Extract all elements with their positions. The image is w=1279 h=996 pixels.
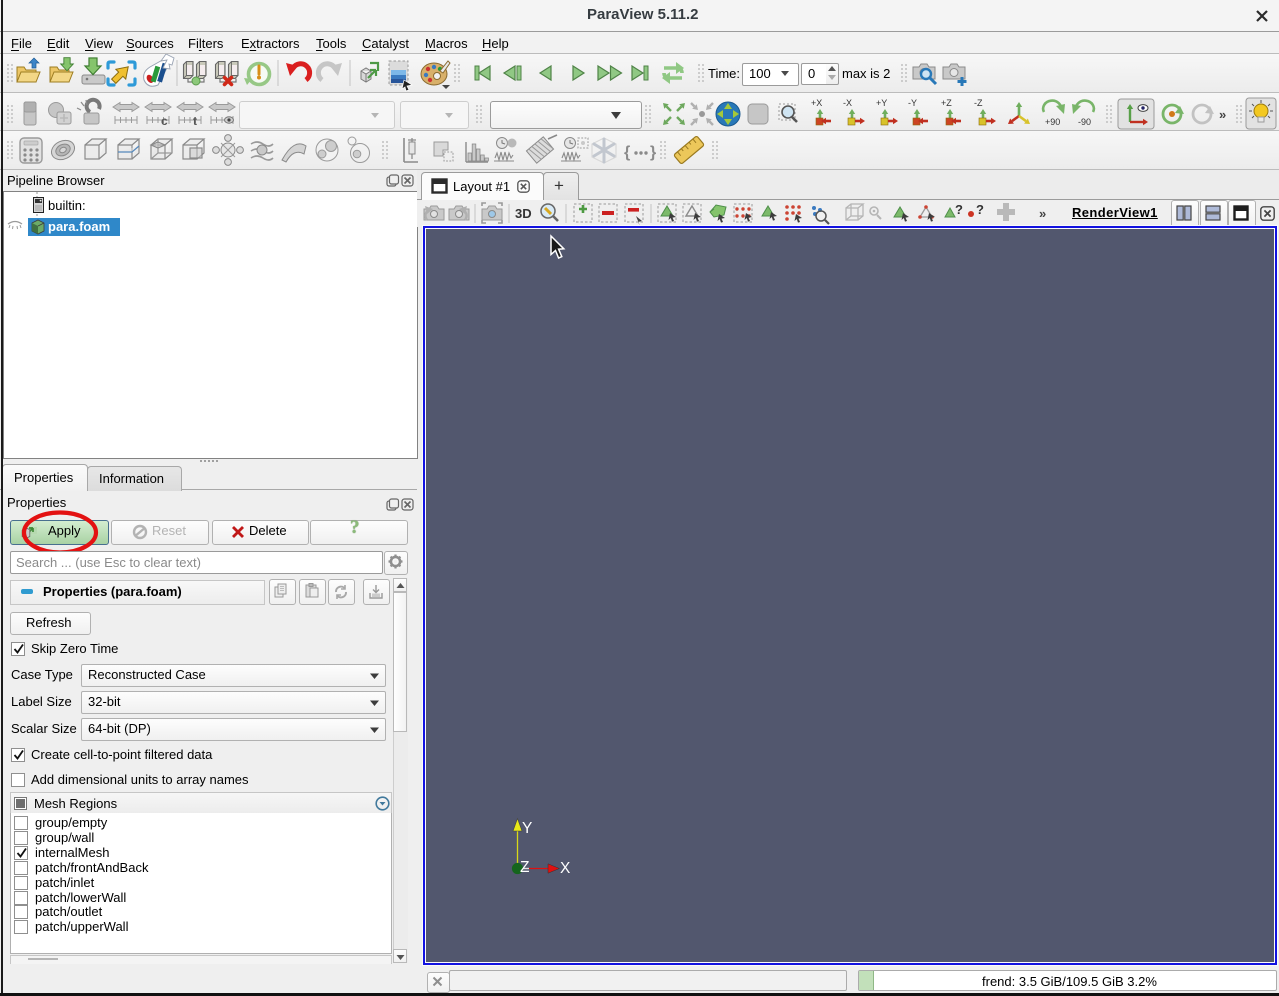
svg-text:c: c xyxy=(161,114,168,128)
svg-text:»: » xyxy=(1219,107,1226,122)
svg-text:+Y: +Y xyxy=(876,98,887,108)
svg-text:-Z: -Z xyxy=(974,98,983,108)
svg-text:X: X xyxy=(560,860,571,877)
svg-text:?: ? xyxy=(955,202,963,217)
svg-text:+90: +90 xyxy=(1045,117,1060,127)
svg-text:{: { xyxy=(624,144,630,161)
svg-text:Z: Z xyxy=(520,859,529,876)
svg-text:t: t xyxy=(193,114,197,128)
svg-text:-Y: -Y xyxy=(908,98,917,108)
svg-text:Y: Y xyxy=(522,820,532,837)
svg-text:»: » xyxy=(1039,206,1046,221)
svg-text:+X: +X xyxy=(811,98,822,108)
svg-text:-90: -90 xyxy=(1078,117,1091,127)
svg-text:-X: -X xyxy=(843,98,852,108)
svg-text:}: } xyxy=(650,144,656,161)
svg-text:+Z: +Z xyxy=(941,98,952,108)
svg-text:?: ? xyxy=(976,202,984,217)
svg-text:3D: 3D xyxy=(515,206,532,221)
